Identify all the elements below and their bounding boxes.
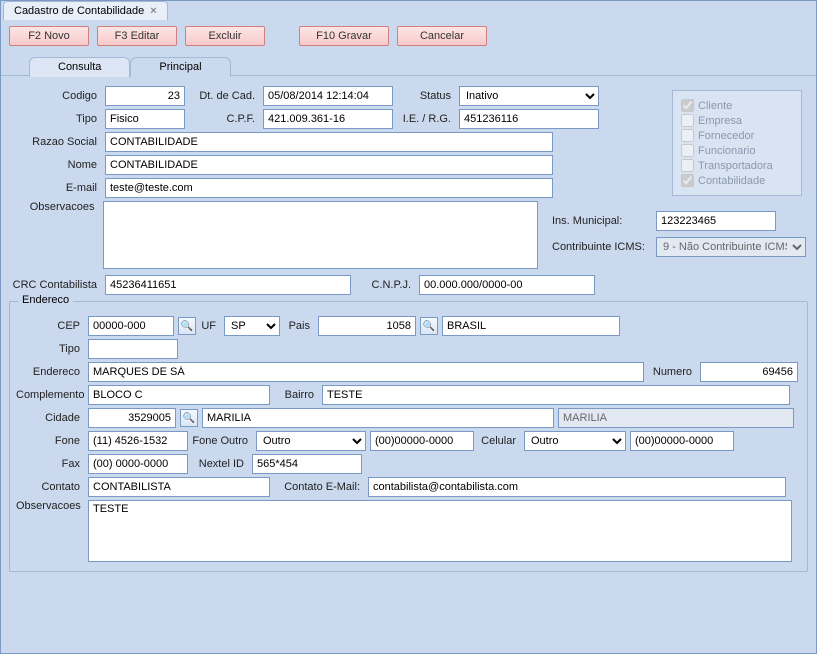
- pais-nome-field[interactable]: [442, 316, 620, 336]
- cidade-nome-field[interactable]: [202, 408, 554, 428]
- contato-field[interactable]: [88, 477, 270, 497]
- cidade-cod-field[interactable]: [88, 408, 176, 428]
- endereco-field[interactable]: [88, 362, 644, 382]
- lbl-email: E-mail: [11, 182, 101, 194]
- lbl-uf: UF: [200, 320, 220, 332]
- cidade-lookup-icon[interactable]: 🔍: [180, 409, 198, 427]
- uf-select[interactable]: SP: [224, 316, 280, 336]
- lbl-nome: Nome: [11, 159, 101, 171]
- close-icon[interactable]: ×: [150, 5, 156, 17]
- lbl-cnpj: C.N.P.J.: [355, 279, 415, 291]
- lbl-complemento: Complemento: [16, 389, 84, 401]
- lbl-codigo: Codigo: [11, 90, 101, 102]
- nextel-field[interactable]: [252, 454, 362, 474]
- nome-field[interactable]: [105, 155, 553, 175]
- cb-transportadora: Transportadora: [681, 159, 793, 172]
- pais-cod-field[interactable]: [318, 316, 416, 336]
- novo-button[interactable]: F2 Novo: [9, 26, 89, 46]
- excluir-button[interactable]: Excluir: [185, 26, 265, 46]
- window-title: Cadastro de Contabilidade: [14, 5, 144, 17]
- lbl-obs2: Observacoes: [16, 500, 84, 512]
- numero-field[interactable]: [700, 362, 798, 382]
- titlebar: Cadastro de Contabilidade ×: [1, 1, 816, 20]
- lbl-contatoemail: Contato E-Mail:: [274, 481, 364, 493]
- celular-field[interactable]: [630, 431, 734, 451]
- lbl-fax: Fax: [16, 458, 84, 470]
- lbl-dtcad: Dt. de Cad.: [189, 90, 259, 102]
- codigo-field[interactable]: [105, 86, 185, 106]
- lbl-endereco: Endereco: [16, 366, 84, 378]
- crc-field[interactable]: [105, 275, 351, 295]
- cb-fornecedor: Fornecedor: [681, 129, 793, 142]
- lbl-crc: CRC Contabilista: [11, 279, 101, 291]
- lbl-contrib: Contribuinte ICMS:: [552, 241, 652, 253]
- tab-principal[interactable]: Principal: [130, 57, 230, 77]
- lbl-razao: Razao Social: [11, 136, 101, 148]
- lbl-tipo: Tipo: [11, 113, 101, 125]
- endereco-group-title: Endereco: [18, 294, 73, 306]
- lbl-numero: Numero: [648, 366, 696, 378]
- tab-consulta[interactable]: Consulta: [29, 57, 130, 77]
- pais-lookup-icon[interactable]: 🔍: [420, 317, 438, 335]
- complemento-field[interactable]: [88, 385, 270, 405]
- lbl-bairro: Bairro: [274, 389, 318, 401]
- lbl-nextel: Nextel ID: [192, 458, 248, 470]
- cpf-field[interactable]: [263, 109, 393, 129]
- lbl-cpf: C.P.F.: [189, 113, 259, 125]
- lbl-ierg: I.E. / R.G.: [397, 113, 455, 125]
- lbl-pais: Pais: [284, 320, 314, 332]
- lbl-contato: Contato: [16, 481, 84, 493]
- tipoend-field[interactable]: [88, 339, 178, 359]
- tipo-field[interactable]: [105, 109, 185, 129]
- cep-lookup-icon[interactable]: 🔍: [178, 317, 196, 335]
- dtcad-field[interactable]: [263, 86, 393, 106]
- type-checkbox-panel: Cliente Empresa Fornecedor Funcionario T…: [672, 90, 802, 196]
- cb-empresa: Empresa: [681, 114, 793, 127]
- obs2-field[interactable]: [88, 500, 792, 562]
- cidade-nome2-field: [558, 408, 794, 428]
- contatoemail-field[interactable]: [368, 477, 786, 497]
- lbl-fone: Fone: [16, 435, 84, 447]
- insmun-field[interactable]: [656, 211, 776, 231]
- window-tab[interactable]: Cadastro de Contabilidade ×: [3, 1, 168, 20]
- cb-contabilidade: Contabilidade: [681, 174, 793, 187]
- email-field[interactable]: [105, 178, 553, 198]
- endereco-group: Endereco CEP 🔍 UF SP Pais 🔍 Tipo Enderec…: [9, 301, 808, 572]
- ierg-field[interactable]: [459, 109, 599, 129]
- foneoutro-tipo-select[interactable]: Outro: [256, 431, 366, 451]
- lbl-cidade: Cidade: [16, 412, 84, 424]
- cancelar-button[interactable]: Cancelar: [397, 26, 487, 46]
- lbl-celular: Celular: [478, 435, 520, 447]
- page-tabs: Consulta Principal: [1, 56, 816, 76]
- lbl-foneoutro: Fone Outro: [192, 435, 252, 447]
- toolbar: F2 Novo F3 Editar Excluir F10 Gravar Can…: [1, 20, 816, 52]
- contrib-select[interactable]: 9 - Não Contribuinte ICMS: [656, 237, 806, 257]
- lbl-cep: CEP: [16, 320, 84, 332]
- lbl-status: Status: [397, 90, 455, 102]
- gravar-button[interactable]: F10 Gravar: [299, 26, 389, 46]
- cb-funcionario: Funcionario: [681, 144, 793, 157]
- lbl-obs: Observacoes: [11, 201, 99, 213]
- foneoutro-field[interactable]: [370, 431, 474, 451]
- lbl-tipoend: Tipo: [16, 343, 84, 355]
- editar-button[interactable]: F3 Editar: [97, 26, 177, 46]
- bairro-field[interactable]: [322, 385, 790, 405]
- obs-field[interactable]: [103, 201, 538, 269]
- fone-field[interactable]: [88, 431, 188, 451]
- razao-field[interactable]: [105, 132, 553, 152]
- cnpj-field[interactable]: [419, 275, 595, 295]
- lbl-insmun: Ins. Municipal:: [552, 215, 652, 227]
- celular-tipo-select[interactable]: Outro: [524, 431, 626, 451]
- main-form: Cliente Empresa Fornecedor Funcionario T…: [1, 76, 816, 295]
- cep-field[interactable]: [88, 316, 174, 336]
- status-select[interactable]: Inativo: [459, 86, 599, 106]
- fax-field[interactable]: [88, 454, 188, 474]
- window: Cadastro de Contabilidade × F2 Novo F3 E…: [0, 0, 817, 654]
- cb-cliente: Cliente: [681, 99, 793, 112]
